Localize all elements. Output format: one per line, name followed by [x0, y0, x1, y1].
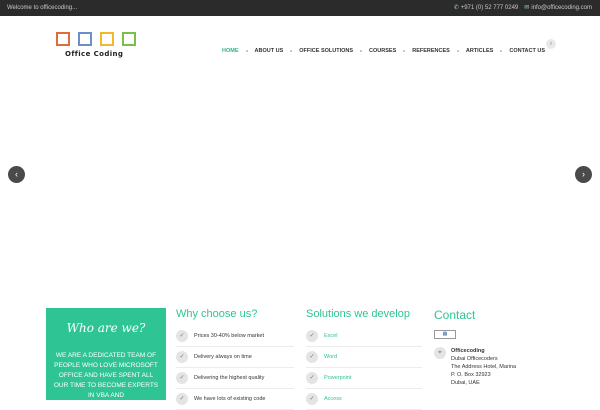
check-icon: ✓ — [176, 372, 188, 384]
logo-square-4 — [122, 32, 136, 46]
address-block: ⌖ Officecoding Dubai Officecoders The Ad… — [434, 347, 564, 387]
solution-link-powerpoint[interactable]: ✓ Powerpoint — [306, 368, 422, 389]
phone-link[interactable]: ✆ +971 (0) 52 777 0249 — [453, 4, 519, 12]
solution-link-excel[interactable]: ✓ Excel — [306, 326, 422, 347]
email-link[interactable]: ✉ info@officecoding.com — [524, 4, 592, 12]
address-line: Dubai Officecoders — [451, 356, 498, 362]
phone-icon: ✆ — [453, 5, 459, 11]
address-line: Dubai, UAE — [451, 380, 480, 386]
list-item: ✓ Prices 30-40% below market — [176, 326, 294, 347]
address-line: P. O. Box 32923 — [451, 372, 491, 378]
solution-label: Powerpoint — [324, 375, 352, 381]
who-title: Who are we? — [66, 321, 146, 335]
map-image-icon[interactable]: ▦ — [434, 330, 456, 339]
check-icon: ✓ — [176, 393, 188, 405]
list-item-text: Delivery always on time — [194, 354, 252, 360]
logo[interactable]: Office Coding — [56, 32, 140, 72]
solution-label: Excel — [324, 333, 338, 339]
logo-square-1 — [56, 32, 70, 46]
list-item: ✓ Delivery always on time — [176, 347, 294, 368]
who-text: WE ARE A DEDICATED TEAM OF PEOPLE WHO LO… — [53, 352, 159, 399]
nav-office-solutions[interactable]: OFFICE SOLUTIONS — [292, 48, 360, 54]
who-are-we-panel: Who are we? WE ARE A DEDICATED TEAM OF P… — [46, 308, 166, 400]
solutions-title: Solutions we develop — [306, 308, 410, 320]
check-icon: ✓ — [306, 372, 318, 384]
logo-square-2 — [78, 32, 92, 46]
solution-link-word[interactable]: ✓ Word — [306, 347, 422, 368]
list-item-text: We have lots of existing code — [194, 396, 266, 402]
main-nav: HOME ABOUT US OFFICE SOLUTIONS COURSES R… — [215, 48, 552, 54]
why-title: Why choose us? — [176, 308, 258, 320]
address-line: The Address Hotel, Marina — [451, 364, 517, 370]
nav-home[interactable]: HOME — [215, 48, 246, 54]
solution-label: Word — [324, 354, 338, 360]
logo-square-3 — [100, 32, 114, 46]
check-icon: ✓ — [176, 351, 188, 363]
check-icon: ✓ — [306, 330, 318, 342]
contact-title: Contact — [434, 308, 476, 322]
nav-articles[interactable]: ARTICLES — [459, 48, 501, 54]
nav-references[interactable]: REFERENCES — [405, 48, 457, 54]
chevron-left-icon[interactable]: ‹ — [8, 166, 25, 183]
nav-courses[interactable]: COURSES — [362, 48, 403, 54]
list-item: ✓ Delivering the highest quality — [176, 368, 294, 389]
address-lines: Officecoding Dubai Officecoders The Addr… — [451, 347, 516, 387]
header: Office Coding ⌕ HOME ABOUT US OFFICE SOL… — [0, 16, 600, 74]
top-bar: Welcome to officecoding... ✆ +971 (0) 52 … — [0, 0, 600, 16]
check-icon: ✓ — [306, 393, 318, 405]
nav-contact-us[interactable]: CONTACT US — [502, 48, 552, 54]
contact-section: Contact ▦ ⌖ Officecoding Dubai Officecod… — [434, 308, 564, 387]
email-text: info@officecoding.com — [531, 4, 592, 11]
mail-icon: ✉ — [524, 5, 530, 11]
why-choose-us: Why choose us? ✓ Prices 30-40% below mark… — [176, 308, 294, 410]
solution-label: Access — [324, 396, 342, 402]
list-item-text: Delivering the highest quality — [194, 375, 265, 381]
hero-slider: ‹ › — [0, 74, 600, 304]
logo-text: Office Coding — [65, 50, 124, 58]
location-pin-icon: ⌖ — [434, 347, 446, 359]
solutions-we-develop: Solutions we develop ✓ Excel ✓ Word ✓ Power… — [306, 308, 422, 410]
check-icon: ✓ — [306, 351, 318, 363]
company-name: Officecoding — [451, 348, 485, 354]
phone-text: +971 (0) 52 777 0249 — [460, 4, 519, 11]
welcome-text: Welcome to officecoding... — [7, 5, 78, 11]
nav-about-us[interactable]: ABOUT US — [248, 48, 291, 54]
chevron-right-icon[interactable]: › — [575, 166, 592, 183]
top-contact: ✆ +971 (0) 52 777 0249 ✉ info@officecoding… — [453, 4, 592, 12]
check-icon: ✓ — [176, 330, 188, 342]
list-item-text: Prices 30-40% below market — [194, 333, 265, 339]
